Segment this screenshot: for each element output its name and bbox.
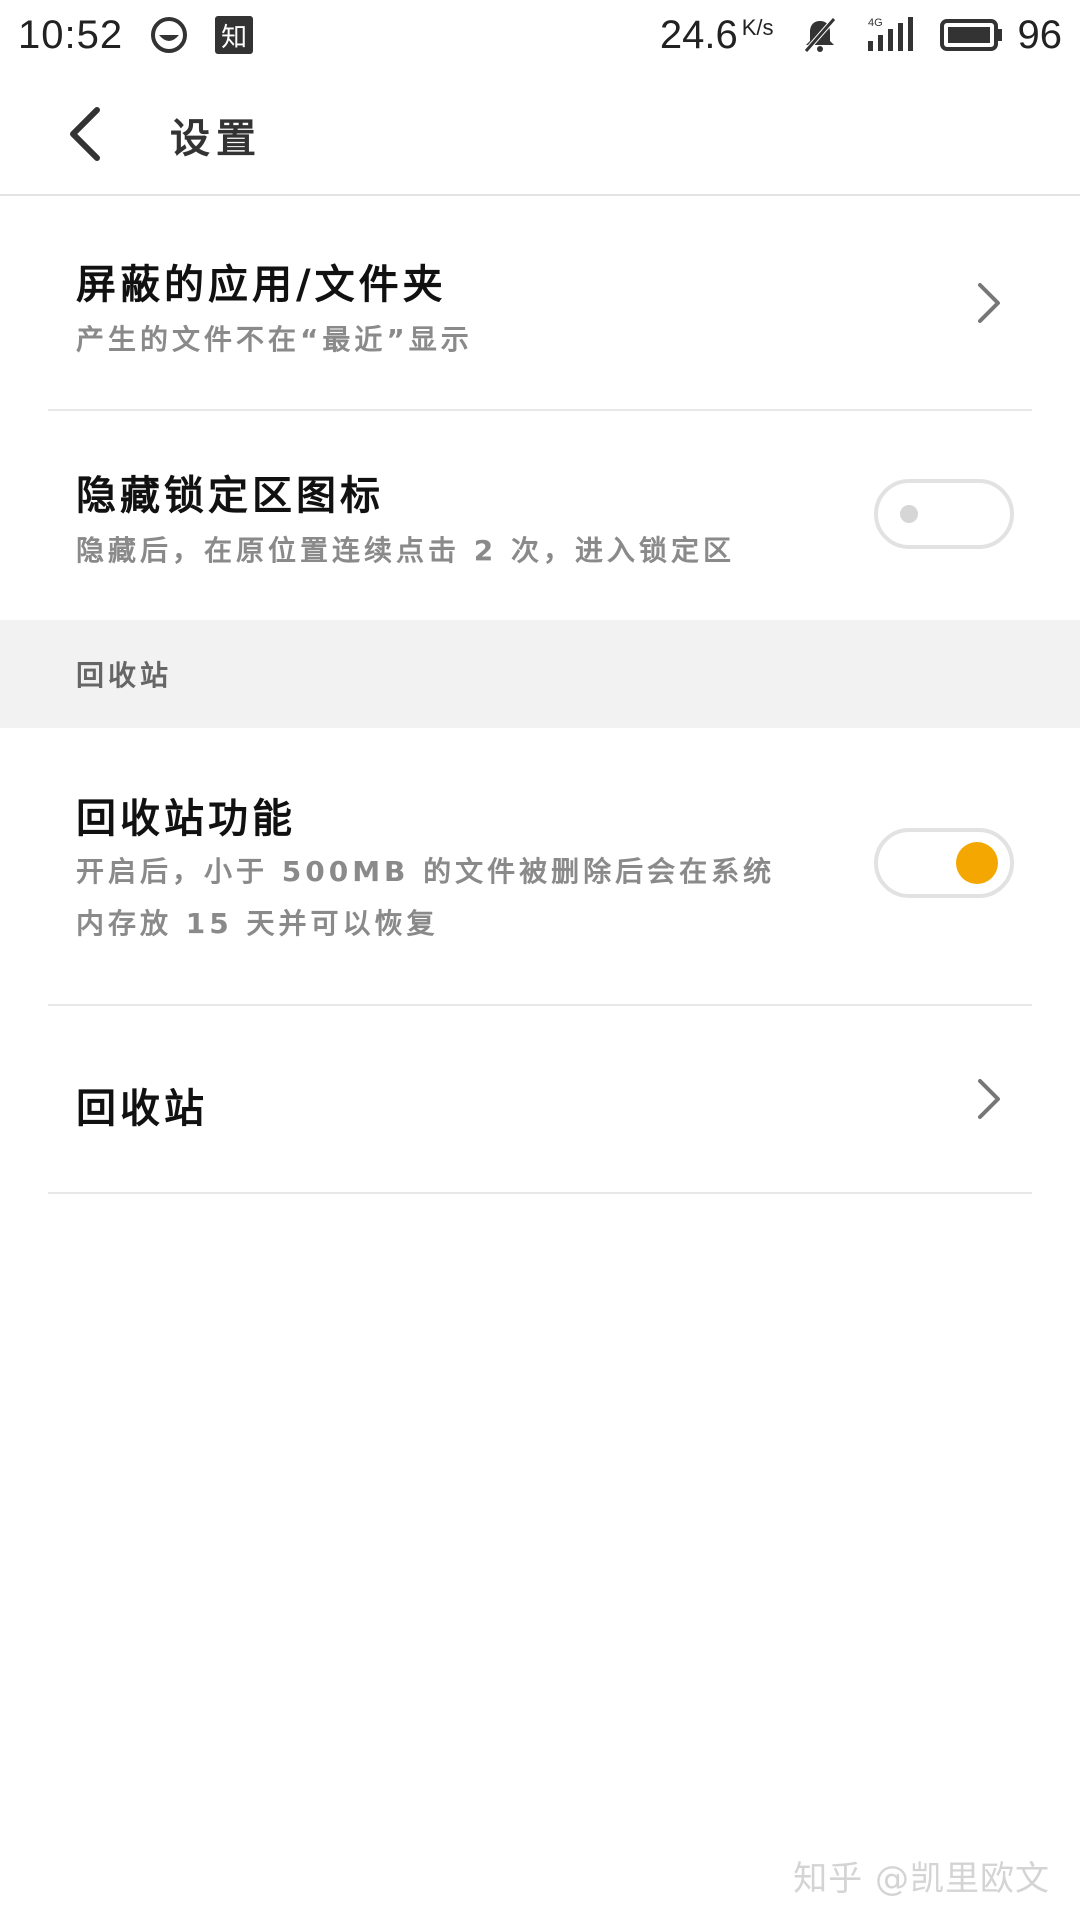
recycle-bin-function-row: 回收站功能 开启后，小于 500MB 的文件被删除后会在系统 内存放 15 天并…	[48, 728, 1032, 1004]
zhihu-badge: 知	[215, 16, 254, 54]
row-title: 回收站	[76, 1086, 208, 1132]
recycle-bin-toggle[interactable]	[874, 828, 1014, 898]
4g-signal-icon: 4G	[866, 15, 914, 55]
chevron-right-icon	[974, 1074, 1004, 1124]
hide-lock-icon-row: 隐藏锁定区图标 隐藏后，在原位置连续点击 2 次，进入锁定区	[48, 411, 1032, 620]
network-speed: 24.6 K/s	[660, 13, 774, 58]
back-arrow-icon	[70, 107, 100, 161]
zhihu-icon: 知	[215, 16, 254, 54]
back-button[interactable]	[60, 104, 110, 164]
status-bar-right: 24.6 K/s 4G 96	[660, 13, 1062, 58]
section-header-recycle-bin: 回收站	[0, 620, 1080, 728]
chevron-right-icon	[974, 278, 1004, 328]
row-subtitle-line2: 内存放 15 天并可以恢复	[76, 907, 439, 940]
mute-bell-icon	[800, 15, 840, 55]
face-icon	[149, 15, 189, 55]
hide-lock-icon-toggle[interactable]	[874, 479, 1014, 549]
row-title: 屏蔽的应用/文件夹	[76, 262, 447, 308]
status-time: 10:52	[18, 12, 124, 57]
row-title: 隐藏锁定区图标	[76, 473, 384, 519]
status-bar: 10:52 知 24.6 K/s 4G 96	[0, 0, 1080, 70]
watermark: 知乎 @凯里欧文	[793, 1859, 1050, 1899]
title-bar: 设置	[0, 70, 1080, 196]
section-header-label: 回收站	[76, 659, 173, 692]
divider	[48, 1192, 1032, 1194]
network-speed-unit: K/s	[741, 14, 774, 40]
toggle-knob	[956, 842, 998, 884]
status-bar-left: 10:52 知	[18, 12, 254, 58]
row-subtitle: 隐藏后，在原位置连续点击 2 次，进入锁定区	[76, 534, 735, 567]
toggle-knob	[900, 505, 918, 523]
row-subtitle: 产生的文件不在“最近”显示	[76, 323, 473, 356]
page-title: 设置	[170, 116, 262, 162]
svg-text:4G: 4G	[868, 17, 883, 29]
row-title: 回收站功能	[76, 796, 296, 842]
battery-icon	[939, 17, 1004, 53]
recycle-bin-row[interactable]: 回收站	[48, 1006, 1032, 1192]
blocked-apps-row[interactable]: 屏蔽的应用/文件夹 产生的文件不在“最近”显示	[48, 200, 1032, 410]
row-subtitle-line1: 开启后，小于 500MB 的文件被删除后会在系统	[76, 855, 776, 888]
network-speed-value: 24.6	[659, 12, 738, 57]
battery-level: 96	[1017, 12, 1063, 57]
